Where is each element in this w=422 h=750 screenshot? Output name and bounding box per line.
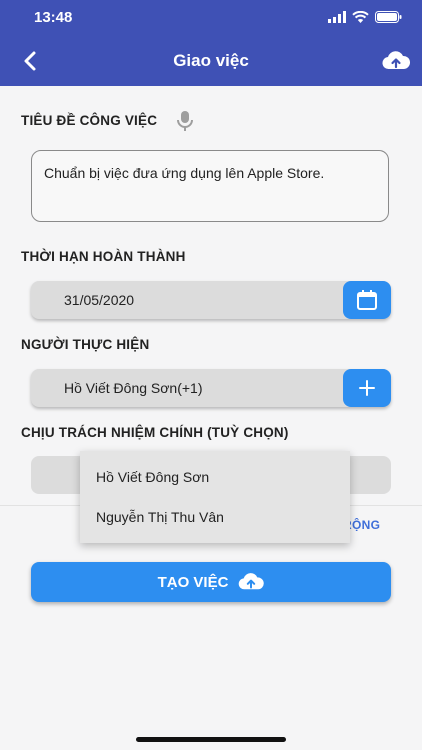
calendar-button[interactable] xyxy=(343,281,391,319)
responsible-dropdown-menu: Hồ Viết Đông Sơn Nguyễn Thị Thu Vân xyxy=(80,451,350,543)
assignees-field[interactable]: Hồ Viết Đông Sơn(+1) xyxy=(31,369,391,407)
nav-bar: Giao việc xyxy=(0,36,422,86)
status-icons xyxy=(328,11,402,23)
cloud-upload-icon[interactable] xyxy=(382,50,410,72)
deadline-label: THỜI HẠN HOÀN THÀNH xyxy=(21,249,186,264)
task-title-label: TIÊU ĐỀ CÔNG VIỆC xyxy=(21,113,158,128)
calendar-icon xyxy=(357,290,377,310)
deadline-value: 31/05/2020 xyxy=(64,292,135,308)
create-task-button[interactable]: TẠO VIỆC xyxy=(31,562,391,602)
status-time: 13:48 xyxy=(34,9,73,26)
plus-icon xyxy=(359,380,375,396)
assignees-value: Hồ Viết Đông Sơn(+1) xyxy=(64,380,203,396)
dropdown-option[interactable]: Nguyễn Thị Thu Vân xyxy=(96,509,224,525)
page-title: Giao việc xyxy=(173,51,249,70)
wifi-icon xyxy=(352,11,369,23)
task-title-input[interactable]: Chuẩn bị việc đưa ứng dụng lên Apple Sto… xyxy=(31,150,389,222)
add-assignee-button[interactable] xyxy=(343,369,391,407)
cloud-upload-icon xyxy=(239,573,265,590)
main-responsible-label: CHỊU TRÁCH NHIỆM CHÍNH (TUỲ CHỌN) xyxy=(21,425,289,440)
microphone-icon[interactable] xyxy=(176,110,194,132)
dropdown-option[interactable]: Hồ Viết Đông Sơn xyxy=(96,469,209,485)
deadline-field[interactable]: 31/05/2020 xyxy=(31,281,391,319)
assignees-label: NGƯỜI THỰC HIỆN xyxy=(21,337,150,352)
home-indicator xyxy=(136,737,286,742)
create-task-label: TẠO VIỆC xyxy=(157,573,229,591)
status-bar: 13:48 xyxy=(0,0,422,36)
battery-icon xyxy=(375,11,402,23)
signal-icon xyxy=(328,11,346,23)
